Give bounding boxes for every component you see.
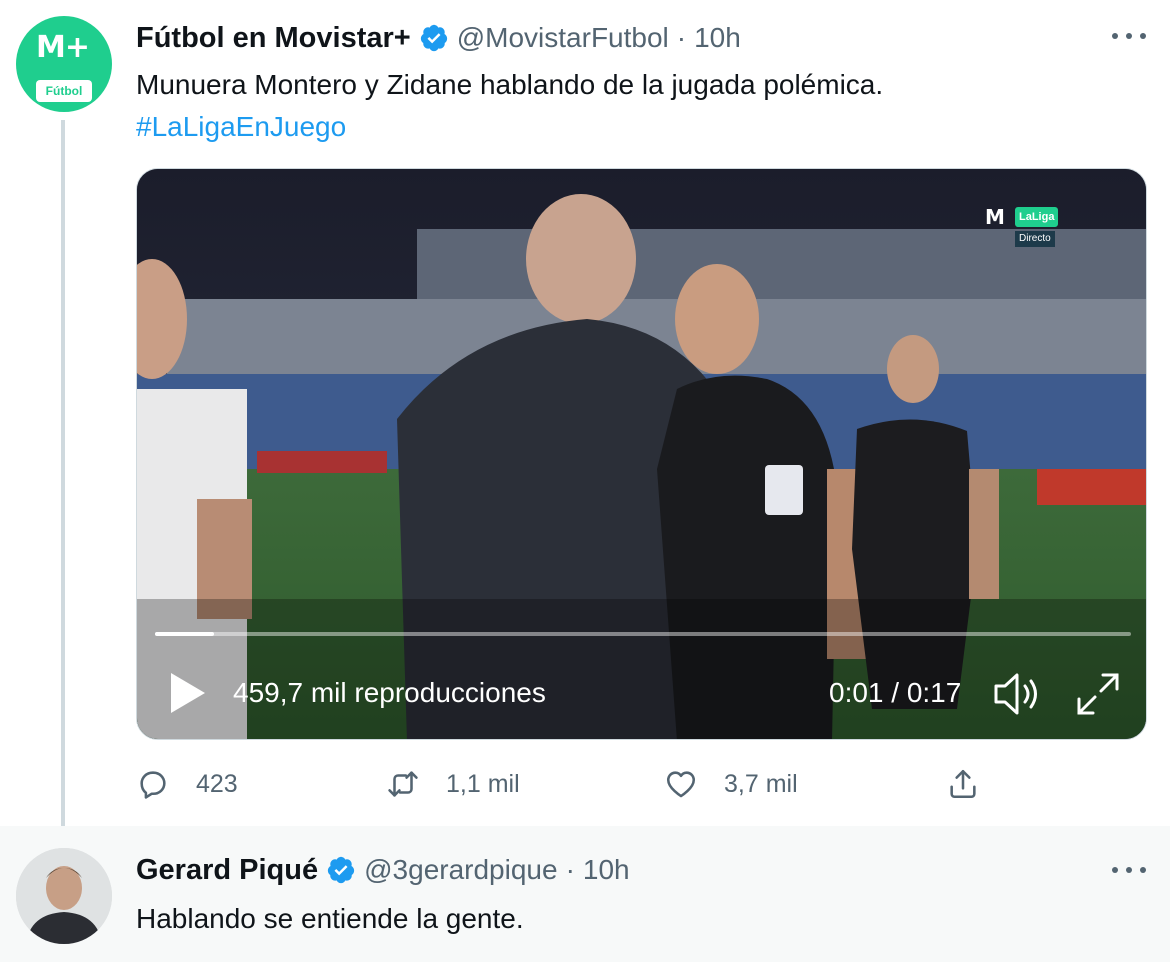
reply-time[interactable]: 10h: [583, 854, 630, 886]
video-time: 0:01 / 0:17: [829, 677, 962, 708]
reply-button[interactable]: 423: [136, 762, 238, 806]
tweet-main[interactable]: M+ Fútbol Fútbol en Movistar+ @MovistarF…: [0, 0, 1170, 840]
overlay-league: LaLiga: [1015, 207, 1059, 227]
retweet-count: 1,1 mil: [446, 769, 520, 798]
video-player[interactable]: M LaLiga Directo 459,7 mil reproduccione…: [136, 168, 1147, 740]
channel-overlay: M LaLiga Directo: [985, 205, 1077, 253]
like-button[interactable]: 3,7 mil: [664, 762, 798, 806]
fullscreen-icon[interactable]: [1075, 671, 1121, 717]
volume-icon[interactable]: [992, 671, 1044, 717]
share-button[interactable]: [946, 762, 980, 806]
reply-text: Hablando se entiende la gente.: [136, 903, 524, 934]
thread-line: [61, 120, 65, 840]
reply-header: Gerard Piqué @3gerardpique · 10h: [136, 850, 630, 890]
play-icon[interactable]: [167, 671, 207, 715]
hashtag-link[interactable]: #LaLigaEnJuego: [136, 106, 1136, 148]
tweet-text: Munuera Montero y Zidane hablando de la …: [136, 64, 1136, 148]
like-count: 3,7 mil: [724, 769, 798, 798]
video-progress-fill: [155, 632, 214, 636]
avatar-pique[interactable]: [16, 848, 112, 944]
reply-author-handle[interactable]: @3gerardpique: [364, 854, 557, 886]
avatar-badge: Fútbol: [36, 80, 92, 102]
avatar-logo-text: M+: [36, 30, 90, 65]
reply-count: 423: [196, 769, 238, 798]
tweet-body: Munuera Montero y Zidane hablando de la …: [136, 69, 884, 100]
separator-dot: ·: [565, 854, 575, 885]
share-icon: [950, 769, 976, 799]
retweet-icon: [388, 771, 418, 797]
like-icon: [666, 771, 696, 798]
tweet-header: Fútbol en Movistar+ @MovistarFutbol · 10…: [136, 18, 741, 58]
author-name[interactable]: Fútbol en Movistar+: [136, 22, 411, 55]
verified-icon: [420, 24, 447, 52]
video-frame: [137, 169, 1146, 739]
reply-icon: [140, 771, 166, 799]
tweet-actions: 423 1,1 mil 3,7 mil: [136, 762, 996, 806]
author-handle[interactable]: @MovistarFutbol: [457, 22, 669, 54]
separator-dot: ·: [676, 22, 687, 53]
avatar-movistar[interactable]: M+ Fútbol: [16, 16, 112, 112]
more-icon[interactable]: [1112, 24, 1146, 48]
tweet-reply[interactable]: Gerard Piqué @3gerardpique · 10h Habland…: [0, 826, 1170, 962]
overlay-status: Directo: [1015, 231, 1055, 247]
more-icon[interactable]: [1112, 858, 1146, 882]
avatar-photo: [16, 848, 112, 944]
tweet-time[interactable]: 10h: [694, 22, 741, 54]
reply-author-name[interactable]: Gerard Piqué: [136, 854, 318, 887]
retweet-button[interactable]: 1,1 mil: [386, 762, 520, 806]
video-progress[interactable]: [155, 632, 1131, 636]
video-views: 459,7 mil reproducciones: [233, 677, 546, 708]
overlay-brand: M: [985, 205, 1005, 229]
verified-icon: [328, 856, 355, 884]
